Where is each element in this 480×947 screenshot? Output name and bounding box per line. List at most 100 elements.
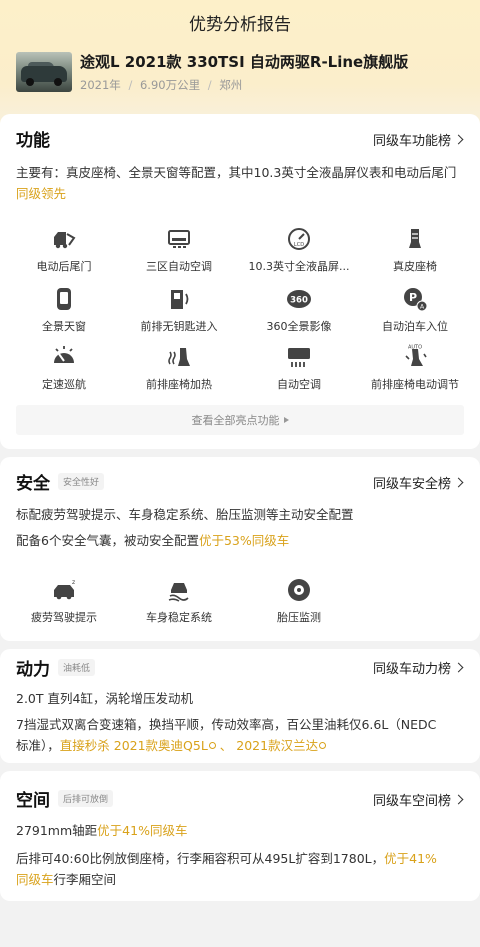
power-rank-label: 同级车动力榜 [372, 662, 451, 677]
space-line-2: 后排可40:60比例放倒座椅，行李厢容积可从495L扩容到1780L，优于41% [16, 848, 464, 869]
keyless-entry-icon [171, 290, 189, 309]
safety-line-2-text: 配备6个安全气囊，被动安全配置 [16, 533, 199, 548]
car-mileage: 6.90万公里 [139, 78, 201, 92]
see-all-label: 查看全部亮点功能 [191, 414, 280, 427]
feature-label: 电动后尾门 [36, 260, 92, 273]
safety-feature-item[interactable]: z 疲劳驾驶提示 [4, 577, 124, 625]
space-rank-link[interactable]: 同级车空间榜 [372, 790, 464, 809]
car-city: 郑州 [219, 78, 243, 92]
function-card: 功能 同级车功能榜 主要有：真皮座椅、全景天窗等配置，其中10.3英寸全液晶屏仪… [0, 114, 480, 449]
safety-line-2-highlight: 优于53%同级车 [198, 533, 290, 548]
power-tag: 油耗低 [58, 658, 96, 676]
search-icon [208, 742, 216, 749]
competitor-link-highlander[interactable]: 2021款汉兰达 [236, 738, 318, 753]
safety-card: 安全 安全性好 同级车安全榜 标配疲劳驾驶提示、车身稳定系统、胎压监测等主动安全… [0, 457, 480, 641]
safety-tag: 安全性好 [58, 472, 105, 490]
seat-heating-icon [168, 348, 190, 366]
power-line-1: 2.0T 直列4缸，涡轮增压发动机 [16, 691, 193, 706]
power-title: 动力 [16, 659, 50, 680]
feature-item[interactable]: 真皮座椅 [355, 226, 475, 274]
leather-seat-icon [409, 229, 421, 248]
safety-title: 安全 [16, 473, 50, 494]
feature-item[interactable]: 定速巡航 [4, 344, 124, 392]
power-line-3-text: 标准）， [16, 738, 60, 753]
search-icon [319, 742, 327, 749]
feature-label: 前排无钥匙进入 [140, 320, 218, 333]
space-title: 空间 [16, 790, 50, 811]
feature-label: 疲劳驾驶提示 [31, 611, 97, 624]
safety-line-1: 标配疲劳驾驶提示、车身稳定系统、胎压监测等主动安全配置 [16, 507, 354, 522]
power-card: 动力 油耗低 同级车动力榜 2.0T 直列4缸，涡轮增压发动机 7挡湿式双离合变… [0, 649, 480, 763]
competitor-separator: 、 [215, 738, 237, 753]
safety-feature-item[interactable]: 胎压监测 [239, 577, 359, 625]
function-desc-highlight: 同级领先 [16, 186, 67, 201]
tire-pressure-icon [288, 579, 310, 601]
function-desc-text: 主要有：真皮座椅、全景天窗等配置，其中10.3英寸全液晶屏仪表和电动后尾门 [16, 165, 457, 180]
auto-parking-icon: PA [404, 288, 428, 312]
car-name: 途观L 2021款 330TSI 自动两驱R-Line旗舰版 [80, 53, 409, 71]
svg-text:P: P [409, 291, 417, 304]
fatigue-alert-icon: z [54, 579, 75, 600]
feature-label: 全景天窗 [42, 320, 86, 333]
feature-label: 车身稳定系统 [146, 611, 212, 624]
feature-label: 前排座椅加热 [146, 378, 212, 391]
feature-item[interactable]: AUTO 前排座椅电动调节 [355, 344, 475, 392]
safety-rank-link[interactable]: 同级车安全榜 [372, 473, 464, 492]
feature-item[interactable]: 电动后尾门 [4, 226, 124, 274]
power-line-2: 7挡湿式双离合变速箱，换挡平顺，传动效率高，百公里油耗仅6.6L（NEDC [16, 717, 437, 732]
svg-text:360: 360 [290, 296, 308, 306]
competitor-link-audi[interactable]: 直接秒杀 2021款奥迪Q5L [60, 738, 208, 753]
safety-header: 安全 安全性好 [16, 466, 105, 496]
feature-item[interactable]: 前排无钥匙进入 [119, 286, 239, 334]
lcd-gauge-icon: LCD [288, 228, 310, 250]
feature-label: 360全景影像 [266, 320, 332, 333]
function-header: 功能 [16, 123, 50, 153]
page-title: 优势分析报告 [189, 15, 291, 35]
feature-label: 三区自动空调 [146, 260, 212, 273]
safety-rank-label: 同级车安全榜 [372, 477, 451, 492]
feature-item[interactable]: 自动空调 [239, 344, 359, 392]
camera-360-icon: 360 [287, 290, 311, 308]
see-all-features-button[interactable]: 查看全部亮点功能 [16, 405, 464, 435]
space-header: 空间 后排可放倒 [16, 783, 114, 813]
feature-item[interactable]: PA 自动泊车入位 [355, 286, 475, 334]
power-rank-link[interactable]: 同级车动力榜 [372, 658, 464, 677]
power-tailgate-icon [54, 232, 76, 249]
svg-text:z: z [72, 579, 75, 586]
power-line-3: 标准），直接秒杀 2021款奥迪Q5L 、 2021款汉兰达 [16, 735, 464, 756]
feature-label: 10.3英寸全液晶屏... [248, 260, 350, 273]
car-thumbnail[interactable] [16, 52, 72, 92]
feature-item[interactable]: 全景天窗 [4, 286, 124, 334]
function-title: 功能 [16, 130, 50, 151]
stability-control-icon [168, 583, 189, 602]
svg-text:LCD: LCD [294, 242, 304, 248]
feature-label: 定速巡航 [42, 378, 86, 391]
panoramic-sunroof-icon [57, 288, 71, 310]
feature-item[interactable]: 三区自动空调 [119, 226, 239, 274]
chevron-right-icon [453, 662, 464, 673]
space-line-2-text: 后排可40:60比例放倒座椅，行李厢容积可从495L扩容到1780L， [16, 851, 385, 866]
space-tag: 后排可放倒 [58, 789, 114, 807]
function-rank-link[interactable]: 同级车功能榜 [373, 130, 464, 149]
feature-item[interactable]: 360 360全景影像 [239, 286, 359, 334]
feature-item[interactable]: 前排座椅加热 [119, 344, 239, 392]
meta-separator: / [128, 78, 133, 92]
cruise-control-icon [54, 346, 74, 363]
space-line-1: 2791mm轴距优于41%同级车 [16, 820, 464, 841]
meta-separator: / [207, 78, 212, 92]
auto-ac-icon [288, 348, 310, 367]
feature-label: 自动泊车入位 [382, 320, 448, 333]
car-meta: 2021年 / 6.90万公里 / 郑州 [80, 77, 242, 93]
climate-control-icon [168, 230, 190, 248]
function-description: 主要有：真皮座椅、全景天窗等配置，其中10.3英寸全液晶屏仪表和电动后尾门同级领… [16, 162, 464, 204]
car-year: 2021年 [80, 78, 121, 92]
power-seat-icon: AUTO [405, 345, 427, 366]
safety-feature-item[interactable]: 车身稳定系统 [119, 577, 239, 625]
power-header: 动力 油耗低 [16, 652, 96, 682]
feature-item[interactable]: LCD 10.3英寸全液晶屏... [239, 226, 359, 274]
feature-label: 胎压监测 [277, 611, 321, 624]
space-line-3-text: 行李厢空间 [53, 872, 117, 887]
feature-label: 前排座椅电动调节 [371, 378, 459, 391]
space-line-3-highlight: 同级车 [16, 872, 54, 887]
space-rank-label: 同级车空间榜 [372, 794, 451, 809]
